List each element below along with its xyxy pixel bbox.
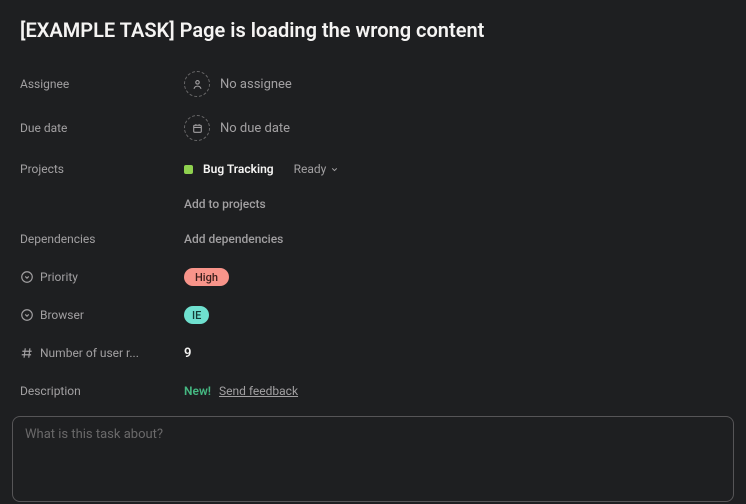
chevron-down-icon	[330, 165, 339, 174]
calendar-icon	[184, 115, 210, 141]
priority-label: Priority	[20, 270, 184, 284]
task-title[interactable]: [EXAMPLE TASK] Page is loading the wrong…	[20, 18, 734, 42]
due-date-row: Due date No due date	[20, 106, 734, 150]
add-dependencies-button[interactable]: Add dependencies	[184, 232, 283, 246]
priority-value-pill[interactable]: High	[184, 268, 229, 286]
description-input[interactable]: What is this task about?	[12, 416, 734, 502]
due-date-label: Due date	[20, 121, 184, 135]
assignee-label: Assignee	[20, 77, 184, 91]
dropdown-field-icon	[20, 308, 34, 322]
priority-row: Priority High	[20, 258, 734, 296]
assignee-row: Assignee No assignee	[20, 62, 734, 106]
browser-label: Browser	[20, 308, 184, 322]
send-feedback-link[interactable]: Send feedback	[219, 384, 298, 398]
due-date-value[interactable]: No due date	[184, 115, 290, 141]
assignee-value[interactable]: No assignee	[184, 71, 292, 97]
user-reports-label: Number of user r...	[20, 346, 184, 360]
description-placeholder: What is this task about?	[25, 427, 163, 442]
browser-row: Browser IE	[20, 296, 734, 334]
person-icon	[184, 71, 210, 97]
description-label: Description	[20, 384, 184, 398]
project-name[interactable]: Bug Tracking	[203, 162, 274, 176]
browser-value-pill[interactable]: IE	[184, 306, 209, 324]
project-color-dot	[184, 165, 193, 174]
dependencies-label: Dependencies	[20, 232, 184, 246]
dropdown-field-icon	[20, 270, 34, 284]
task-fields: Assignee No assignee Due date No due dat…	[20, 62, 734, 410]
new-badge: New!	[184, 384, 211, 398]
project-status-text: Ready	[294, 162, 327, 176]
description-row: Description New! Send feedback	[20, 372, 734, 410]
projects-value: Bug Tracking Ready	[184, 162, 339, 176]
dependencies-row: Dependencies Add dependencies	[20, 220, 734, 258]
add-to-projects-button[interactable]: Add to projects	[184, 197, 266, 211]
projects-label: Projects	[20, 162, 184, 176]
user-reports-row: Number of user r... 9	[20, 334, 734, 372]
number-field-icon	[20, 346, 34, 360]
projects-add-row: Add to projects	[20, 188, 734, 220]
due-date-text: No due date	[220, 121, 290, 136]
assignee-text: No assignee	[220, 77, 292, 92]
user-reports-value[interactable]: 9	[184, 346, 191, 361]
projects-row: Projects Bug Tracking Ready	[20, 150, 734, 188]
project-status-dropdown[interactable]: Ready	[294, 162, 340, 176]
